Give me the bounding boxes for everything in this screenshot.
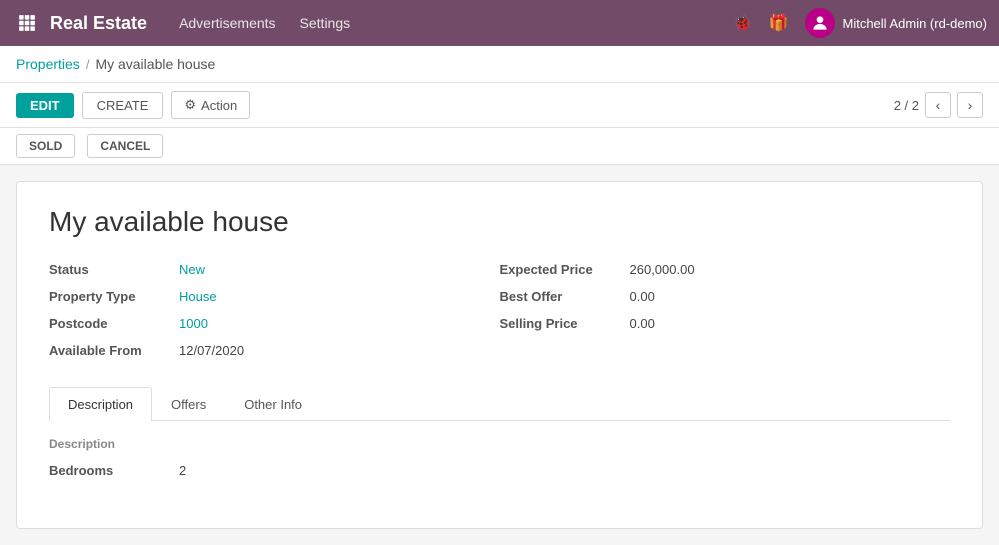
tab-description[interactable]: Description	[49, 387, 152, 421]
pager-prev[interactable]: ‹	[925, 92, 951, 118]
user-menu[interactable]: Mitchell Admin (rd-demo)	[805, 8, 988, 38]
tab-field-value-bedrooms: 2	[179, 463, 186, 478]
field-value-property-type[interactable]: House	[179, 289, 217, 304]
field-expected-price: Expected Price 260,000.00	[500, 262, 951, 277]
field-status: Status New	[49, 262, 500, 277]
pager-next[interactable]: ›	[957, 92, 983, 118]
top-menu: Advertisements Settings	[179, 11, 733, 35]
tabs: Description Offers Other Info	[49, 386, 950, 421]
breadcrumb-current: My available house	[95, 56, 215, 72]
grid-menu-icon[interactable]	[12, 8, 42, 38]
field-value-expected-price: 260,000.00	[630, 262, 695, 277]
breadcrumb-parent[interactable]: Properties	[16, 56, 80, 72]
field-value-selling-price: 0.00	[630, 316, 655, 331]
field-best-offer: Best Offer 0.00	[500, 289, 951, 304]
field-value-postcode: 1000	[179, 316, 208, 331]
status-bar: SOLD CANCEL	[0, 128, 999, 165]
breadcrumb: Properties / My available house	[0, 46, 999, 83]
action-bar: EDIT CREATE Action 2 / 2 ‹ ›	[0, 83, 999, 128]
record-card: My available house Status New Property T…	[16, 181, 983, 529]
breadcrumb-separator: /	[86, 57, 90, 72]
field-label-status: Status	[49, 262, 179, 277]
field-label-selling-price: Selling Price	[500, 316, 630, 331]
field-postcode: Postcode 1000	[49, 316, 500, 331]
user-label: Mitchell Admin (rd-demo)	[843, 16, 988, 31]
tab-field-bedrooms: Bedrooms 2	[49, 463, 950, 478]
main-content: My available house Status New Property T…	[0, 165, 999, 545]
field-label-property-type: Property Type	[49, 289, 179, 304]
edit-button[interactable]: EDIT	[16, 93, 74, 118]
gear-icon	[184, 97, 196, 113]
tab-field-label-bedrooms: Bedrooms	[49, 463, 179, 478]
field-value-available-from: 12/07/2020	[179, 343, 244, 358]
field-available-from: Available From 12/07/2020	[49, 343, 500, 358]
pager-text: 2 / 2	[894, 98, 919, 113]
fields-left: Status New Property Type House Postcode …	[49, 262, 500, 358]
field-value-status: New	[179, 262, 205, 277]
app-brand: Real Estate	[50, 13, 147, 34]
gift-icon[interactable]: 🎁	[769, 13, 789, 33]
bug-icon[interactable]: 🐞	[733, 13, 753, 33]
create-button[interactable]: CREATE	[82, 92, 164, 119]
tab-content-description: Description Bedrooms 2	[49, 421, 950, 504]
top-navigation: Real Estate Advertisements Settings 🐞 🎁 …	[0, 0, 999, 46]
fields-right: Expected Price 260,000.00 Best Offer 0.0…	[500, 262, 951, 358]
record-title: My available house	[49, 206, 950, 238]
topnav-right: 🐞 🎁 Mitchell Admin (rd-demo)	[733, 8, 987, 38]
action-button[interactable]: Action	[171, 91, 250, 119]
cancel-button[interactable]: CANCEL	[87, 134, 163, 158]
field-property-type: Property Type House	[49, 289, 500, 304]
menu-item-settings[interactable]: Settings	[300, 11, 351, 35]
pager: 2 / 2 ‹ ›	[894, 92, 983, 118]
tab-other-info[interactable]: Other Info	[225, 387, 321, 421]
field-selling-price: Selling Price 0.00	[500, 316, 951, 331]
tab-section-description-label: Description	[49, 437, 950, 451]
field-label-available-from: Available From	[49, 343, 179, 358]
avatar	[805, 8, 835, 38]
field-label-postcode: Postcode	[49, 316, 179, 331]
menu-item-advertisements[interactable]: Advertisements	[179, 11, 275, 35]
tab-offers[interactable]: Offers	[152, 387, 225, 421]
fields-grid: Status New Property Type House Postcode …	[49, 262, 950, 358]
field-value-best-offer: 0.00	[630, 289, 655, 304]
field-label-expected-price: Expected Price	[500, 262, 630, 277]
field-label-best-offer: Best Offer	[500, 289, 630, 304]
sold-button[interactable]: SOLD	[16, 134, 75, 158]
